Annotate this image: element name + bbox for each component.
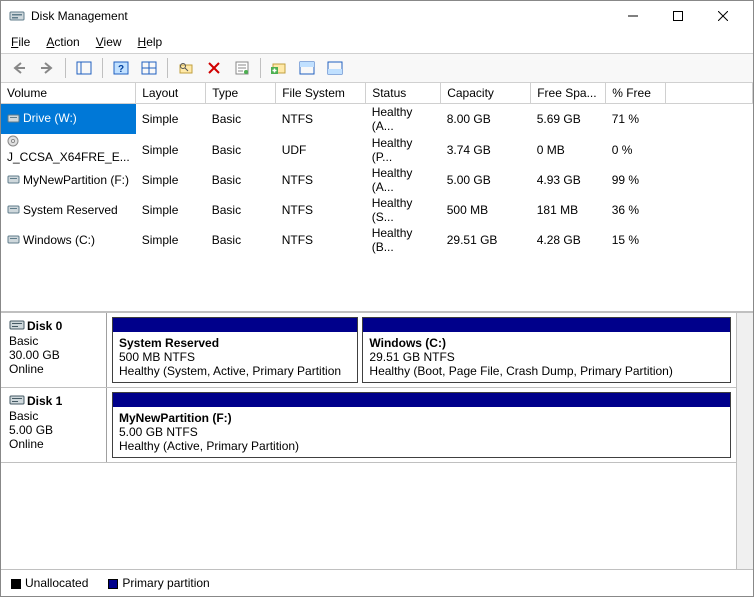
disk-partitions: MyNewPartition (F:)5.00 GB NTFSHealthy (… xyxy=(107,388,736,462)
show-hide-console-tree-button[interactable] xyxy=(72,57,96,79)
legend-primary: Primary partition xyxy=(108,576,209,590)
volume-row[interactable]: System ReservedSimpleBasicNTFSHealthy (S… xyxy=(1,195,753,225)
app-icon xyxy=(9,8,25,24)
menu-file[interactable]: File xyxy=(11,35,30,49)
help-button[interactable]: ? xyxy=(109,57,133,79)
disk-icon xyxy=(9,394,27,409)
col-type[interactable]: Type xyxy=(206,83,276,104)
disk-info[interactable]: Disk 0Basic30.00 GBOnline xyxy=(1,313,107,387)
open-button[interactable] xyxy=(174,57,198,79)
delete-button[interactable] xyxy=(202,57,226,79)
new-button[interactable] xyxy=(267,57,291,79)
top-view-button[interactable] xyxy=(295,57,319,79)
titlebar: Disk Management xyxy=(1,1,753,31)
window-title: Disk Management xyxy=(31,9,610,23)
legend-unallocated: Unallocated xyxy=(11,576,88,590)
volume-row[interactable]: Windows (C:)SimpleBasicNTFSHealthy (B...… xyxy=(1,225,753,255)
bottom-view-button[interactable] xyxy=(323,57,347,79)
menu-view[interactable]: View xyxy=(96,35,122,49)
drive-icon xyxy=(7,203,21,218)
volume-list-pane: Volume Layout Type File System Status Ca… xyxy=(1,83,753,313)
drive-icon xyxy=(7,233,21,248)
drive-icon xyxy=(7,112,21,127)
menubar: File Action View Help xyxy=(1,31,753,54)
forward-button[interactable] xyxy=(35,57,59,79)
disk-partitions: System Reserved500 MB NTFSHealthy (Syste… xyxy=(107,313,736,387)
close-button[interactable] xyxy=(700,1,745,31)
col-volume[interactable]: Volume xyxy=(1,83,136,104)
disk-row: Disk 1Basic5.00 GBOnlineMyNewPartition (… xyxy=(1,388,736,463)
back-button[interactable] xyxy=(7,57,31,79)
drive-icon xyxy=(7,135,21,150)
col-fs[interactable]: File System xyxy=(276,83,366,104)
disk-icon xyxy=(9,319,27,334)
volume-row[interactable]: MyNewPartition (F:)SimpleBasicNTFSHealth… xyxy=(1,165,753,195)
col-layout[interactable]: Layout xyxy=(136,83,206,104)
scrollbar[interactable] xyxy=(736,313,753,569)
window-buttons xyxy=(610,1,745,31)
col-pctfree[interactable]: % Free xyxy=(606,83,666,104)
partition-box[interactable]: MyNewPartition (F:)5.00 GB NTFSHealthy (… xyxy=(112,392,731,458)
col-capacity[interactable]: Capacity xyxy=(441,83,531,104)
volume-table[interactable]: Volume Layout Type File System Status Ca… xyxy=(1,83,753,255)
svg-text:?: ? xyxy=(118,64,124,75)
col-status[interactable]: Status xyxy=(366,83,441,104)
volume-row[interactable]: J_CCSA_X64FRE_E...SimpleBasicUDFHealthy … xyxy=(1,134,753,165)
col-spacer xyxy=(666,83,753,104)
drive-icon xyxy=(7,173,21,188)
partition-box[interactable]: Windows (C:)29.51 GB NTFSHealthy (Boot, … xyxy=(362,317,731,383)
volume-row[interactable]: Drive (W:)SimpleBasicNTFSHealthy (A...8.… xyxy=(1,104,753,135)
menu-help[interactable]: Help xyxy=(138,35,163,49)
properties-button[interactable] xyxy=(230,57,254,79)
disk-list: Disk 0Basic30.00 GBOnlineSystem Reserved… xyxy=(1,313,736,569)
col-free[interactable]: Free Spa... xyxy=(531,83,606,104)
disk-graphical-pane: Disk 0Basic30.00 GBOnlineSystem Reserved… xyxy=(1,313,753,569)
disk-info[interactable]: Disk 1Basic5.00 GBOnline xyxy=(1,388,107,462)
settings-button[interactable] xyxy=(137,57,161,79)
partition-box[interactable]: System Reserved500 MB NTFSHealthy (Syste… xyxy=(112,317,358,383)
menu-action[interactable]: Action xyxy=(46,35,79,49)
maximize-button[interactable] xyxy=(655,1,700,31)
toolbar: ? xyxy=(1,54,753,83)
disk-row: Disk 0Basic30.00 GBOnlineSystem Reserved… xyxy=(1,313,736,388)
legend: Unallocated Primary partition xyxy=(1,569,753,596)
minimize-button[interactable] xyxy=(610,1,655,31)
